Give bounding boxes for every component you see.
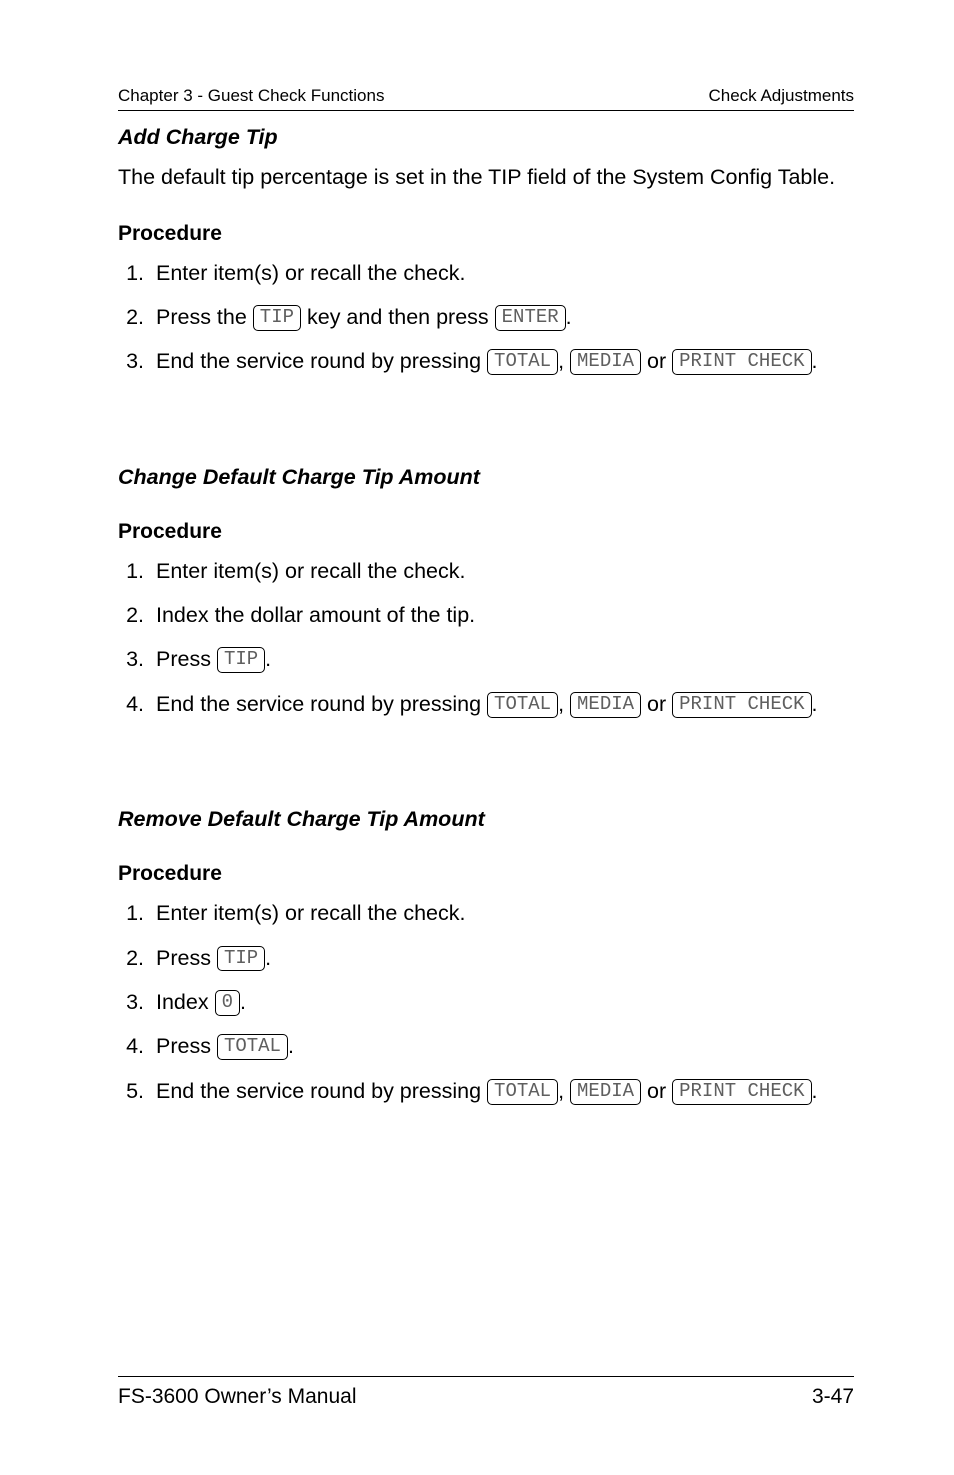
procedure-step: End the service round by pressing TOTAL,… bbox=[150, 344, 854, 378]
key-print-check: PRINT CHECK bbox=[672, 1079, 811, 1105]
header-right: Check Adjustments bbox=[708, 86, 854, 106]
key-zero: 0 bbox=[215, 990, 240, 1016]
procedure-list: Enter item(s) or recall the check. Press… bbox=[118, 256, 854, 379]
key-media: MEDIA bbox=[570, 349, 641, 375]
step-text: Index bbox=[156, 990, 215, 1014]
key-media: MEDIA bbox=[570, 1079, 641, 1105]
step-text: , bbox=[558, 692, 570, 716]
step-text: Enter item(s) or recall the check. bbox=[156, 559, 465, 583]
procedure-step: Press TOTAL. bbox=[150, 1029, 854, 1063]
key-enter: ENTER bbox=[495, 305, 566, 331]
step-text: End the service round by pressing bbox=[156, 692, 487, 716]
key-print-check: PRINT CHECK bbox=[672, 349, 811, 375]
section-title-change-tip: Change Default Charge Tip Amount bbox=[118, 465, 854, 490]
step-text: Press bbox=[156, 1034, 217, 1058]
procedure-step: Index 0. bbox=[150, 985, 854, 1019]
step-text: . bbox=[566, 305, 572, 329]
step-text: Enter item(s) or recall the check. bbox=[156, 901, 465, 925]
procedure-heading: Procedure bbox=[118, 862, 854, 886]
step-text: End the service round by pressing bbox=[156, 349, 487, 373]
step-text: Press bbox=[156, 946, 217, 970]
key-tip: TIP bbox=[217, 647, 265, 673]
key-total: TOTAL bbox=[487, 692, 558, 718]
procedure-step: Index the dollar amount of the tip. bbox=[150, 598, 854, 632]
section-paragraph: The default tip percentage is set in the… bbox=[118, 164, 854, 192]
key-media: MEDIA bbox=[570, 692, 641, 718]
procedure-step: Enter item(s) or recall the check. bbox=[150, 896, 854, 930]
step-text: or bbox=[641, 1079, 672, 1103]
footer-line: FS-3600 Owner’s Manual 3-47 bbox=[118, 1376, 854, 1409]
step-text: or bbox=[641, 349, 672, 373]
step-text: Press the bbox=[156, 305, 253, 329]
spacer bbox=[118, 389, 854, 451]
page: Chapter 3 - Guest Check Functions Check … bbox=[0, 0, 954, 1475]
step-text: . bbox=[240, 990, 246, 1014]
step-text: Index the dollar amount of the tip. bbox=[156, 603, 475, 627]
key-print-check: PRINT CHECK bbox=[672, 692, 811, 718]
step-text: . bbox=[265, 647, 271, 671]
step-text: , bbox=[558, 349, 570, 373]
procedure-heading: Procedure bbox=[118, 222, 854, 246]
section-title-remove-tip: Remove Default Charge Tip Amount bbox=[118, 807, 854, 832]
section-title-add-charge-tip: Add Charge Tip bbox=[118, 125, 854, 150]
step-text: , bbox=[558, 1079, 570, 1103]
step-text: Press bbox=[156, 647, 217, 671]
step-text: or bbox=[641, 692, 672, 716]
procedure-list: Enter item(s) or recall the check. Press… bbox=[118, 896, 854, 1108]
step-text: . bbox=[812, 1079, 818, 1103]
step-text: key and then press bbox=[301, 305, 495, 329]
step-text: . bbox=[265, 946, 271, 970]
procedure-step: Press TIP. bbox=[150, 941, 854, 975]
footer-left: FS-3600 Owner’s Manual bbox=[118, 1385, 357, 1409]
header-left: Chapter 3 - Guest Check Functions bbox=[118, 86, 384, 106]
procedure-list: Enter item(s) or recall the check. Index… bbox=[118, 554, 854, 722]
procedure-step: Enter item(s) or recall the check. bbox=[150, 554, 854, 588]
procedure-heading: Procedure bbox=[118, 520, 854, 544]
page-footer: FS-3600 Owner’s Manual 3-47 bbox=[118, 1376, 854, 1409]
step-text: . bbox=[288, 1034, 294, 1058]
step-text: End the service round by pressing bbox=[156, 1079, 487, 1103]
key-total: TOTAL bbox=[487, 1079, 558, 1105]
key-total: TOTAL bbox=[487, 349, 558, 375]
footer-right: 3-47 bbox=[812, 1385, 854, 1409]
spacer bbox=[118, 731, 854, 793]
procedure-step: End the service round by pressing TOTAL,… bbox=[150, 687, 854, 721]
key-tip: TIP bbox=[217, 946, 265, 972]
step-text: . bbox=[812, 349, 818, 373]
step-text: . bbox=[812, 692, 818, 716]
key-tip: TIP bbox=[253, 305, 301, 331]
procedure-step: Enter item(s) or recall the check. bbox=[150, 256, 854, 290]
page-header: Chapter 3 - Guest Check Functions Check … bbox=[118, 86, 854, 111]
step-text: Enter item(s) or recall the check. bbox=[156, 261, 465, 285]
procedure-step: Press TIP. bbox=[150, 642, 854, 676]
key-total: TOTAL bbox=[217, 1034, 288, 1060]
procedure-step: End the service round by pressing TOTAL,… bbox=[150, 1074, 854, 1108]
procedure-step: Press the TIP key and then press ENTER. bbox=[150, 300, 854, 334]
